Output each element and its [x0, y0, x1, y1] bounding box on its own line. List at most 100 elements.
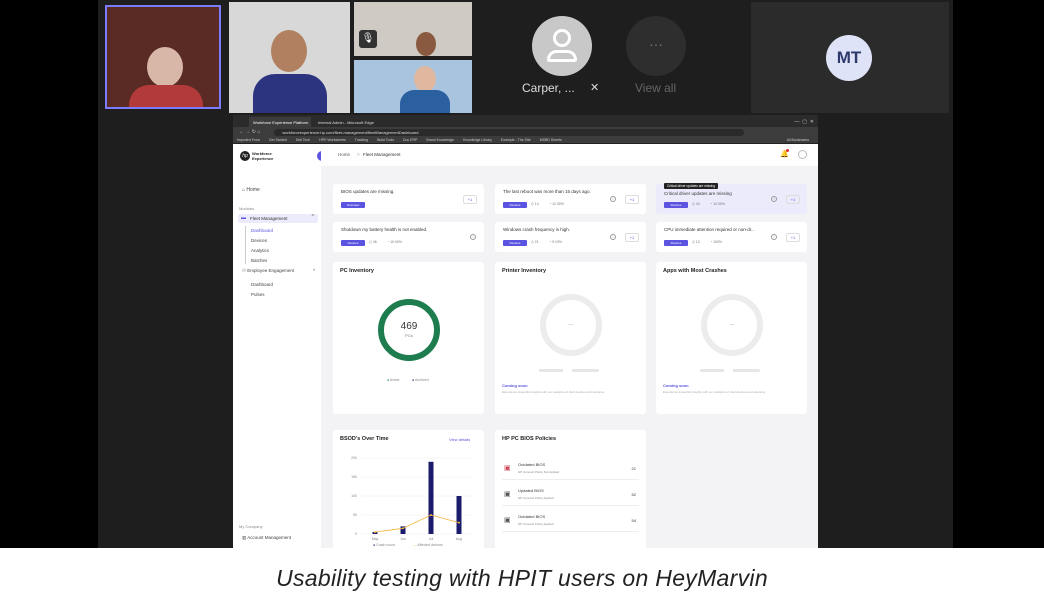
legend-affected-devices: — Affected devices — [413, 543, 443, 547]
bios-row[interactable]: ▣ Updated BIOS HP Connect Policy Applied… — [502, 486, 639, 506]
info-icon[interactable]: i — [610, 234, 616, 240]
info-icon[interactable]: i — [771, 234, 777, 240]
plus-one-button[interactable]: +1 — [786, 195, 800, 204]
bios-row-sub: HP Connect Policy Applied — [518, 496, 554, 500]
bookmark[interactable]: Build Tools — [377, 138, 394, 142]
bios-row-value: 54 — [631, 518, 636, 523]
info-icon[interactable]: i — [610, 196, 616, 202]
app-header: Home > Fleet Management 🔔 — [321, 144, 818, 166]
sidebar: hp Workforce Experience ⌂ Home Modules ▬… — [233, 144, 325, 548]
sidebar-subitem-analytics[interactable]: Analytics — [251, 248, 269, 253]
bookmark[interactable]: Doc ERP — [403, 138, 417, 142]
breadcrumb-current: Fleet Management — [363, 152, 401, 157]
bookmark[interactable]: Dell Tech — [296, 138, 310, 142]
bar — [456, 496, 462, 534]
participant-tile-mt[interactable]: MT — [751, 2, 949, 113]
muted-mic-icon: 🎙 — [359, 30, 377, 48]
percent-value: ◔ 100% — [710, 240, 723, 244]
sidebar-item-fleet-management[interactable]: ▬ Fleet Management ^ — [238, 214, 318, 223]
bios-warning-icon: ▣ — [504, 465, 511, 472]
sidebar-item-home[interactable]: ⌂ Home — [242, 187, 260, 193]
legend-archived: ● Archived — [412, 378, 429, 382]
sidebar-subitem-batches[interactable]: Batches — [251, 258, 267, 263]
breadcrumb-home[interactable]: Home — [338, 152, 350, 157]
view-all-label[interactable]: View all — [635, 81, 676, 95]
participant-video-2[interactable] — [229, 2, 350, 113]
plus-one-button[interactable]: +1 — [463, 195, 477, 204]
bsod-chart[interactable]: 200 150 100 50 0 May Jun Jul Aug — [333, 430, 484, 548]
bookmark[interactable]: HPE Worksheets — [319, 138, 346, 142]
bios-row[interactable]: ▣ Outdated BIOS HP Connect Policy Not Ap… — [502, 460, 639, 480]
coming-soon-label: Coming soon — [502, 383, 528, 388]
sidebar-subitem-dashboard[interactable]: Dashboard — [251, 228, 273, 233]
bookmark[interactable]: Get Started — [269, 138, 287, 142]
bios-policies-card: HP PC BIOS Policies ▣ Outdated BIOS HP C… — [495, 430, 646, 548]
bios-warning-icon: ▣ — [504, 517, 511, 524]
series-point — [458, 521, 460, 524]
apps-crashes-card: Apps with Most Crashes — Coming soon Exp… — [656, 262, 807, 414]
participant-video-3[interactable]: 🎙 — [354, 2, 472, 56]
legend-crash-count: ● Crash count — [373, 543, 395, 547]
x-tick-label: Jun — [400, 537, 406, 541]
bios-row[interactable]: ▣ Outdated BIOS HP Connect Policy Applie… — [502, 512, 639, 532]
sidebar-subitem-dashboard[interactable]: Dashboard — [251, 282, 273, 287]
browser-tab[interactable]: Workforce Experience Platform — [249, 117, 311, 127]
devices-button[interactable]: Devices — [503, 240, 527, 246]
sidebar-subitem-devices[interactable]: Devices — [251, 238, 267, 243]
bookmark[interactable]: MSBD Sheets — [540, 138, 562, 142]
breadcrumb-separator: > — [357, 152, 360, 157]
overview-button[interactable]: Overview — [341, 202, 365, 208]
info-icon[interactable]: i — [470, 234, 476, 240]
browser-tab[interactable]: Internal Admin - Microsoft Edge — [314, 117, 376, 127]
alert-card[interactable]: CPU immediate attention required or non-… — [656, 222, 807, 252]
bios-row-label: Outdated BIOS — [518, 514, 546, 519]
view-all-button[interactable]: ··· — [626, 16, 686, 76]
alert-card[interactable]: The last reboot was more than 15 days ag… — [495, 184, 646, 214]
devices-button[interactable]: Devices — [503, 202, 527, 208]
alert-card[interactable]: Windows crash frequency is high. Devices… — [495, 222, 646, 252]
sidebar-subitem-pulses[interactable]: Pulses — [251, 292, 265, 297]
meeting-screen: 🎙 Carper, ... ✕ ··· View all MT Workforc… — [0, 0, 1044, 548]
sidebar-item-label: Fleet Management — [250, 216, 288, 221]
plus-one-button[interactable]: +1 — [786, 233, 800, 242]
x-tick-label: Aug — [456, 537, 462, 541]
sidebar-item-employee-engagement[interactable]: ⚇ Employee Engagement ^ — [242, 268, 318, 274]
devices-button[interactable]: Devices — [341, 240, 365, 246]
coming-soon-desc: Experience impactful insights with our a… — [502, 390, 605, 394]
bookmark[interactable]: Example - The Site — [501, 138, 531, 142]
tooltip: Critical driver updates are missing — [664, 183, 719, 189]
card-title: PC Inventory — [340, 268, 374, 274]
chevron-up-icon: ^ — [311, 214, 314, 220]
laptop-icon: ▬ — [241, 215, 246, 221]
alert-text: CPU immediate attention required or non-… — [664, 227, 755, 232]
plus-one-button[interactable]: +1 — [625, 195, 639, 204]
url-field[interactable]: workforceexperience.hp.com/fleet-managem… — [274, 128, 745, 136]
placeholder-legend — [700, 369, 760, 372]
info-icon[interactable]: i — [771, 196, 777, 202]
alert-card[interactable]: Shutdown my battery health is not enable… — [333, 222, 484, 252]
alert-text: Critical driver updates are missing — [664, 191, 732, 196]
window-controls[interactable]: — ▢ ✕ — [795, 119, 814, 127]
sidebar-item-account-management[interactable]: ▥ Account Management — [242, 535, 291, 541]
person-silhouette — [271, 30, 307, 72]
bookmark[interactable]: All Bookmarks — [787, 138, 809, 142]
participant-video-1[interactable] — [105, 5, 221, 109]
bookmark[interactable]: Tracking — [355, 138, 368, 142]
bookmark[interactable]: Knowledge Library — [463, 138, 492, 142]
plus-one-button[interactable]: +1 — [625, 233, 639, 242]
participant-video-4[interactable] — [354, 60, 472, 113]
alert-text: The last reboot was more than 15 days ag… — [503, 189, 591, 194]
device-count: ⎙ 14 — [531, 202, 539, 206]
devices-button[interactable]: Devices — [664, 202, 688, 208]
devices-button[interactable]: Devices — [664, 240, 688, 246]
alert-card[interactable]: Critical driver updates are missing Crit… — [656, 183, 807, 214]
bookmark[interactable]: Brand Knowledge — [426, 138, 454, 142]
bookmark[interactable]: Imported From — [237, 138, 260, 142]
person-body — [253, 74, 327, 113]
nav-arrows-icon[interactable]: ← → ↻ ⌂ — [239, 129, 260, 135]
alert-card[interactable]: BIOS updates are missing. Overview +1 — [333, 184, 484, 214]
pc-total: 469 — [400, 321, 418, 332]
user-avatar-icon[interactable] — [798, 150, 807, 159]
participant-avatar-carper[interactable] — [532, 16, 592, 76]
card-title: Printer Inventory — [502, 268, 547, 274]
